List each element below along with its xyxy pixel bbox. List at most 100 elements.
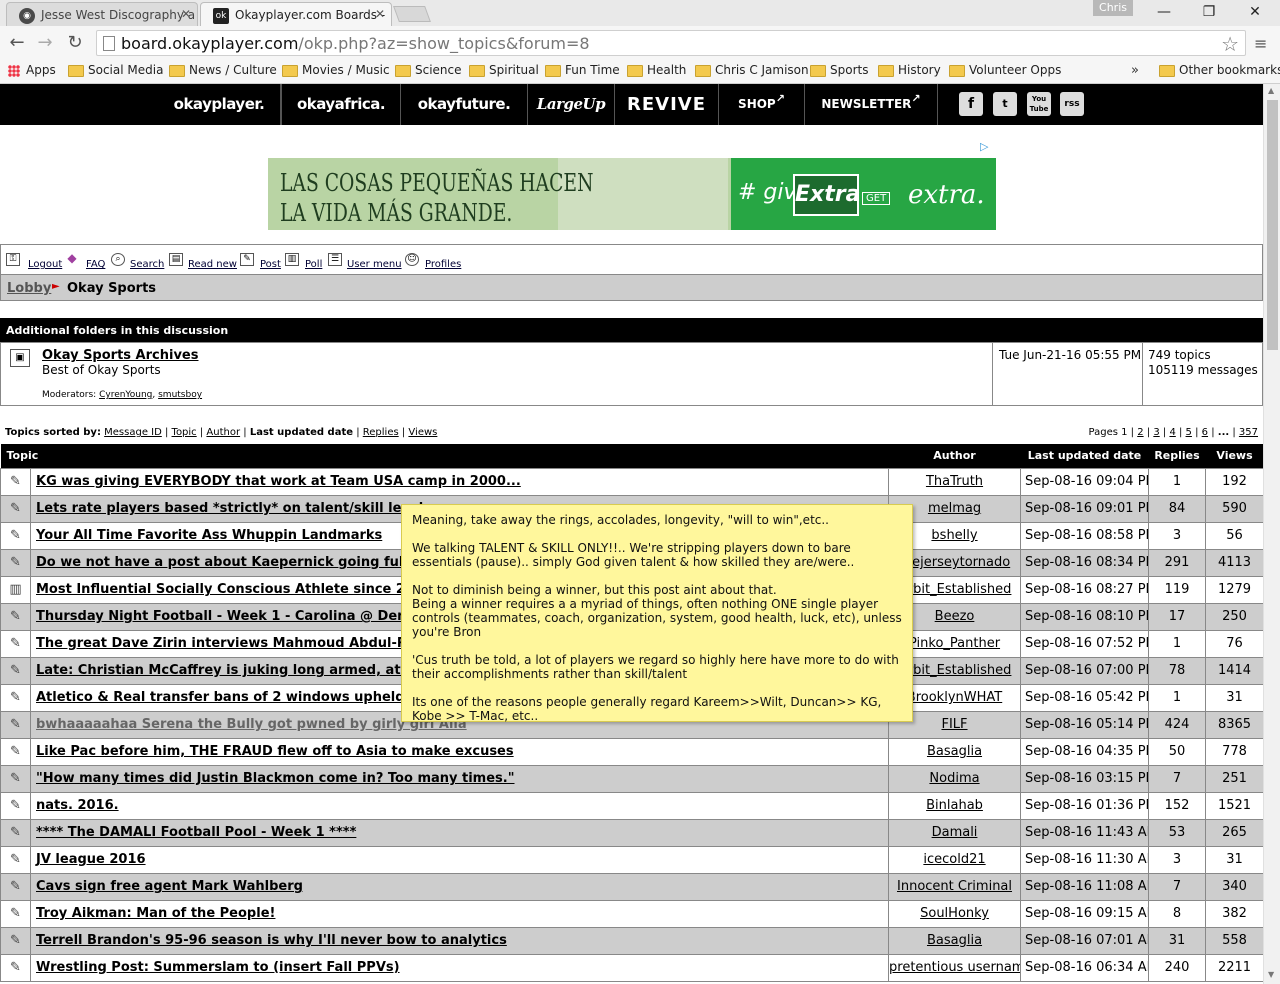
sort-topic[interactable]: Topic [172, 427, 197, 438]
menu-icon[interactable]: ≡ [1254, 34, 1267, 53]
sort-message-id[interactable]: Message ID [104, 427, 162, 438]
topic-link[interactable]: **** The DAMALI Football Pool - Week 1 *… [36, 825, 356, 840]
ad-banner[interactable]: LAS COSAS PEQUEÑAS HACEN LA VIDA MÁS GRAN… [268, 158, 996, 230]
user-menu-icon[interactable]: ☰ [328, 253, 342, 266]
nav-okayplayer[interactable]: okayplayer. [158, 84, 281, 125]
topic-link[interactable]: JV league 2016 [36, 852, 146, 867]
author-link[interactable]: Basaglia [927, 744, 982, 759]
author-link[interactable]: melmag [928, 501, 981, 516]
topic-link[interactable]: Cavs sign free agent Mark Wahlberg [36, 879, 303, 894]
address-bar[interactable]: board.okayplayer.com/okp.php?az=show_top… [96, 30, 1246, 56]
url-text[interactable]: board.okayplayer.com/okp.php?az=show_top… [121, 34, 590, 53]
author-link[interactable]: Basaglia [927, 933, 982, 948]
close-window-icon[interactable]: ✕ [1240, 2, 1270, 22]
tab-okayplayer[interactable]: ok Okayplayer.com Boards - ✕ [200, 2, 392, 26]
moderator-link[interactable]: smutsboy [158, 390, 202, 400]
author-link[interactable]: pretentious username [890, 960, 1020, 975]
bookmark-spiritual[interactable]: Spiritual [469, 63, 539, 77]
logout-icon[interactable]: ⚿ [6, 253, 20, 266]
topic-link[interactable]: Lets rate players based *strictly* on ta… [36, 501, 423, 516]
topic-link[interactable]: "How many times did Justin Blackmon come… [36, 771, 515, 786]
bookmark-volunteer-opps[interactable]: Volunteer Opps [949, 63, 1061, 77]
topic-link[interactable]: Do we not have a post about Kaepernick g… [36, 555, 441, 570]
nav-okayafrica[interactable]: okayafrica. [281, 84, 401, 125]
page-link[interactable]: 5 [1186, 427, 1192, 438]
more-bookmarks-icon[interactable]: » [1131, 63, 1139, 78]
page-link-last[interactable]: 357 [1239, 427, 1258, 438]
page-link[interactable]: 3 [1153, 427, 1159, 438]
topic-link[interactable]: Late: Christian McCaffrey is juking long… [36, 663, 441, 678]
bookmark-chris-c-jamison[interactable]: Chris C Jamison [695, 63, 809, 77]
nav-newsletter[interactable]: NEWSLETTER↗ [805, 84, 938, 125]
read-new-link[interactable]: Read new [188, 259, 237, 270]
topic-link[interactable]: Most Influential Socially Conscious Athl… [36, 582, 432, 597]
rss-icon[interactable]: rss [1060, 92, 1084, 116]
bookmark-social-media[interactable]: Social Media [68, 63, 163, 77]
nav-revive[interactable]: REVIVE [615, 84, 719, 125]
faq-icon[interactable]: ◆ [65, 252, 79, 266]
topic-link[interactable]: Terrell Brandon's 95-96 season is why I'… [36, 933, 507, 948]
poll-icon[interactable]: ▥ [285, 253, 299, 266]
profiles-link[interactable]: Profiles [425, 259, 461, 270]
page-link[interactable]: 6 [1202, 427, 1208, 438]
moderator-link[interactable]: CyrenYoung [99, 390, 152, 400]
bookmark-history[interactable]: History [878, 63, 941, 77]
topic-link[interactable]: Your All Time Favorite Ass Whuppin Landm… [36, 528, 382, 543]
topic-link[interactable]: Atletico & Real transfer bans of 2 windo… [36, 690, 440, 705]
topic-link[interactable]: Wrestling Post: Summerslam to (insert Fa… [36, 960, 400, 975]
reload-icon[interactable]: ↻ [64, 32, 86, 54]
topic-link[interactable]: Thursday Night Football - Week 1 - Carol… [36, 609, 430, 624]
youtube-icon[interactable]: You Tube [1027, 92, 1051, 116]
breadcrumb-lobby[interactable]: Lobby [7, 281, 51, 296]
close-tab-icon[interactable]: ✕ [375, 7, 385, 21]
author-link[interactable]: SoulHonky [920, 906, 989, 921]
author-link[interactable]: Orbit_Established [898, 582, 1012, 597]
author-link[interactable]: Nodima [929, 771, 979, 786]
topic-link[interactable]: KG was giving EVERYBODY that work at Tea… [36, 474, 521, 489]
bookmark-news-culture[interactable]: News / Culture [169, 63, 277, 77]
archive-folder-link[interactable]: Okay Sports Archives [42, 348, 198, 363]
minimize-icon[interactable]: — [1149, 2, 1179, 22]
poll-link[interactable]: Poll [305, 259, 322, 270]
topic-link[interactable]: The great Dave Zirin interviews Mahmoud … [36, 636, 435, 651]
user-menu-link[interactable]: User menu [347, 259, 402, 270]
scroll-up-icon[interactable]: ▲ [1268, 86, 1274, 95]
facebook-icon[interactable]: f [959, 92, 983, 116]
search-icon[interactable]: ⌕ [111, 253, 125, 266]
author-link[interactable]: Orbit_Established [898, 663, 1012, 678]
author-link[interactable]: bshelly [931, 528, 977, 543]
maximize-icon[interactable]: ❐ [1194, 2, 1224, 22]
scrollbar[interactable]: ▲ ▼ [1263, 84, 1280, 984]
new-tab-button[interactable] [393, 6, 431, 22]
bookmark-science[interactable]: Science [395, 63, 462, 77]
scrollbar-thumb[interactable] [1267, 100, 1278, 350]
nav-okayfuture[interactable]: okayfuture. [401, 84, 528, 125]
sort-views[interactable]: Views [408, 427, 437, 438]
sort-author[interactable]: Author [206, 427, 240, 438]
page-link[interactable]: 4 [1169, 427, 1175, 438]
author-link[interactable]: FILF [941, 717, 967, 732]
profile-button[interactable]: Chris [1093, 0, 1133, 16]
bookmark-fun-time[interactable]: Fun Time [545, 63, 620, 77]
bookmark-apps[interactable]: Apps [6, 63, 56, 77]
profiles-icon[interactable]: ☺ [405, 253, 419, 266]
author-link[interactable]: Beezo [935, 609, 975, 624]
author-link[interactable]: BrooklynWHAT [907, 690, 1002, 705]
faq-link[interactable]: FAQ [86, 259, 105, 270]
post-link[interactable]: Post [260, 259, 281, 270]
forward-icon[interactable]: → [34, 32, 56, 54]
page-link[interactable]: 2 [1137, 427, 1143, 438]
search-link[interactable]: Search [130, 259, 164, 270]
sort-replies[interactable]: Replies [363, 427, 399, 438]
topic-link[interactable]: nats. 2016. [36, 798, 119, 813]
twitter-icon[interactable]: t [993, 92, 1017, 116]
author-link[interactable]: Pinko_Panther [909, 636, 1000, 651]
post-icon[interactable]: ✎ [240, 253, 254, 266]
close-tab-icon[interactable]: ✕ [181, 7, 191, 21]
star-icon[interactable]: ☆ [1221, 32, 1239, 56]
bookmark-health[interactable]: Health [627, 63, 686, 77]
author-link[interactable]: icecold21 [923, 852, 985, 867]
author-link[interactable]: Binlahab [926, 798, 983, 813]
bookmark-other[interactable]: Other bookmarks [1159, 63, 1280, 77]
author-link[interactable]: ThaTruth [926, 474, 983, 489]
